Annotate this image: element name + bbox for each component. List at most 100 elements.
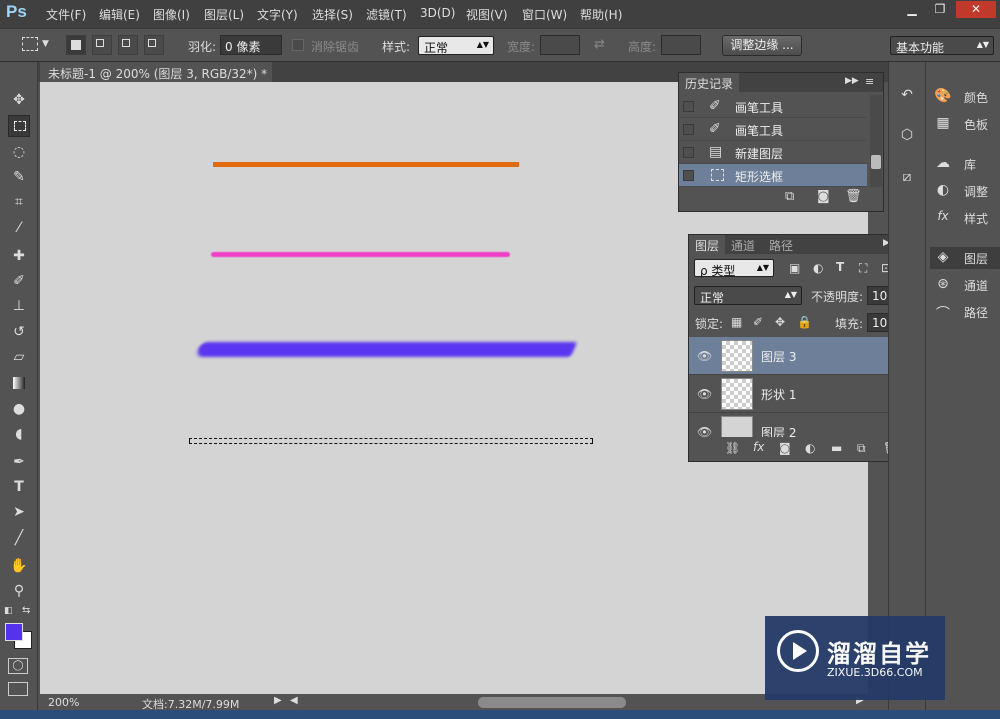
crop-tool-icon[interactable]: ⌗	[8, 191, 30, 213]
new-document-from-state-icon[interactable]: ⧉	[785, 189, 794, 204]
adjustment-filter-icon[interactable]: ◐	[813, 261, 823, 275]
panel-adjustments[interactable]: ◐ 调整	[930, 180, 1000, 202]
add-selection-icon[interactable]	[92, 35, 112, 55]
panel-color[interactable]: 🎨 颜色	[930, 86, 1000, 108]
layer-row[interactable]: 👁 图层 2	[689, 413, 907, 437]
status-menu-arrow-icon[interactable]: ▶	[274, 695, 282, 706]
lock-paint-brush-icon[interactable]: ✐	[753, 315, 763, 329]
swap-arrows-icon[interactable]: ⇄	[594, 37, 605, 52]
menu-layer[interactable]: 图层(L)	[204, 6, 244, 23]
antialias-checkbox[interactable]	[292, 39, 304, 51]
menu-window[interactable]: 窗口(W)	[522, 6, 567, 23]
history-brush-tool-icon[interactable]: ↺	[8, 321, 30, 343]
gradient-tool-icon[interactable]	[8, 372, 30, 394]
chevron-down-icon[interactable]: ▼	[42, 39, 49, 49]
eyedropper-tool-icon[interactable]: ⁄	[8, 217, 30, 239]
trash-icon[interactable]: 🗑	[845, 189, 862, 204]
path-select-tool-icon[interactable]: ➤	[8, 501, 30, 523]
dodge-tool-icon[interactable]: ◖	[8, 423, 30, 445]
blend-mode-dropdown[interactable]: 正常 ▲▼	[694, 286, 802, 305]
panel-layers[interactable]: ◈ 图层	[930, 247, 1000, 269]
layer-name[interactable]: 图层 3	[761, 348, 796, 365]
layer-row[interactable]: 👁 形状 1	[689, 375, 907, 413]
quick-select-tool-icon[interactable]: ✎	[8, 166, 30, 188]
history-item[interactable]: ✐ 画笔工具	[679, 118, 867, 141]
adjustment-layer-icon[interactable]: ◐	[805, 441, 815, 455]
history-panel-icon[interactable]: ↶	[895, 84, 919, 106]
visibility-eye-icon[interactable]: 👁	[697, 387, 712, 401]
tab-channels[interactable]: 通道	[725, 235, 761, 256]
foreground-color-swatch[interactable]	[5, 623, 23, 641]
collapse-icon[interactable]: ▶▶	[845, 76, 859, 86]
type-filter-icon[interactable]: T	[836, 260, 844, 274]
history-checkbox[interactable]	[683, 124, 694, 135]
intersect-selection-icon[interactable]	[144, 35, 164, 55]
panel-swatches[interactable]: ▦ 色板	[930, 113, 1000, 135]
close-icon[interactable]: ✕	[956, 1, 996, 18]
history-checkbox[interactable]	[683, 147, 694, 158]
subtract-selection-icon[interactable]	[118, 35, 138, 55]
properties-panel-icon[interactable]: ⧄	[895, 166, 919, 188]
group-folder-icon[interactable]: ▬	[831, 441, 842, 455]
swap-colors-icon[interactable]: ⇆	[22, 605, 30, 616]
history-item[interactable]: ✐ 画笔工具	[679, 95, 867, 118]
blur-tool-icon[interactable]: ●	[8, 398, 30, 420]
history-tab[interactable]: 历史记录	[679, 73, 740, 94]
history-item[interactable]: ▤ 新建图层	[679, 141, 867, 164]
history-item-selected[interactable]: 矩形选框	[679, 164, 867, 187]
zoom-tool-icon[interactable]: ⚲	[8, 580, 30, 602]
horizontal-scrollbar-thumb[interactable]	[478, 697, 626, 708]
marquee-preset-icon[interactable]	[22, 37, 38, 51]
pen-tool-icon[interactable]: ✒	[8, 451, 30, 473]
menu-3d[interactable]: 3D(D)	[420, 6, 455, 20]
width-input[interactable]	[540, 35, 580, 55]
history-scrollbar-thumb[interactable]	[871, 155, 881, 169]
height-input[interactable]	[661, 35, 701, 55]
lock-position-icon[interactable]: ✥	[775, 315, 785, 329]
panel-paths[interactable]: ⌒ 路径	[930, 301, 1000, 323]
type-tool-icon[interactable]: T	[8, 476, 30, 498]
panel-library[interactable]: ☁ 库	[930, 153, 1000, 175]
visibility-eye-icon[interactable]: 👁	[697, 425, 712, 437]
healing-brush-tool-icon[interactable]: ✚	[8, 245, 30, 267]
panel-menu-icon[interactable]: ≡	[865, 75, 874, 88]
layer-name[interactable]: 形状 1	[761, 386, 796, 403]
new-selection-icon[interactable]	[66, 35, 86, 55]
style-dropdown[interactable]: 正常 ▲▼	[418, 36, 494, 55]
pixel-filter-icon[interactable]: ▣	[789, 261, 800, 275]
panel-channels[interactable]: ⊛ 通道	[930, 274, 1000, 296]
default-colors-icon[interactable]: ◧	[4, 606, 13, 616]
hand-tool-icon[interactable]: ✋	[8, 555, 30, 577]
tab-layers[interactable]: 图层	[689, 235, 726, 256]
menu-view[interactable]: 视图(V)	[466, 6, 508, 23]
link-layers-icon[interactable]: ⛓	[725, 441, 740, 455]
zoom-level[interactable]: 200%	[48, 696, 79, 709]
restore-icon[interactable]: ❐	[926, 1, 954, 18]
menu-image[interactable]: 图像(I)	[153, 6, 190, 23]
line-tool-icon[interactable]: ╱	[8, 527, 30, 549]
menu-edit[interactable]: 编辑(E)	[99, 6, 140, 23]
layer-row-selected[interactable]: 👁 图层 3	[689, 337, 907, 375]
shape-filter-icon[interactable]: ⛶	[859, 261, 867, 276]
panel-styles[interactable]: fx 样式	[930, 207, 1000, 229]
scroll-left-icon[interactable]: ◀	[290, 695, 298, 706]
rect-marquee-tool-icon[interactable]	[8, 115, 30, 137]
add-mask-icon[interactable]: ◙	[779, 441, 791, 455]
brush-tool-icon[interactable]: ✐	[8, 270, 30, 292]
document-tab[interactable]: 未标题-1 @ 200% (图层 3, RGB/32*) *	[40, 62, 272, 82]
lock-transparent-icon[interactable]: ▦	[731, 315, 742, 329]
snapshot-camera-icon[interactable]: ◙	[817, 189, 830, 204]
tab-paths[interactable]: 路径	[763, 235, 799, 256]
menu-file[interactable]: 文件(F)	[46, 6, 86, 23]
eraser-tool-icon[interactable]: ▱	[8, 346, 30, 368]
lock-all-icon[interactable]: 🔒	[797, 315, 812, 329]
menu-type[interactable]: 文字(Y)	[257, 6, 298, 23]
minimize-icon[interactable]: ▁	[898, 1, 926, 18]
workspace-dropdown[interactable]: 基本功能 ▲▼	[890, 36, 994, 55]
new-layer-icon[interactable]: ⧉	[857, 441, 866, 456]
3d-panel-icon[interactable]: ⬡	[895, 124, 919, 146]
menu-filter[interactable]: 滤镜(T)	[366, 6, 407, 23]
screen-mode-icon[interactable]	[8, 682, 28, 696]
refine-edge-button[interactable]: 调整边缘 ...	[722, 35, 802, 56]
menu-select[interactable]: 选择(S)	[312, 6, 353, 23]
